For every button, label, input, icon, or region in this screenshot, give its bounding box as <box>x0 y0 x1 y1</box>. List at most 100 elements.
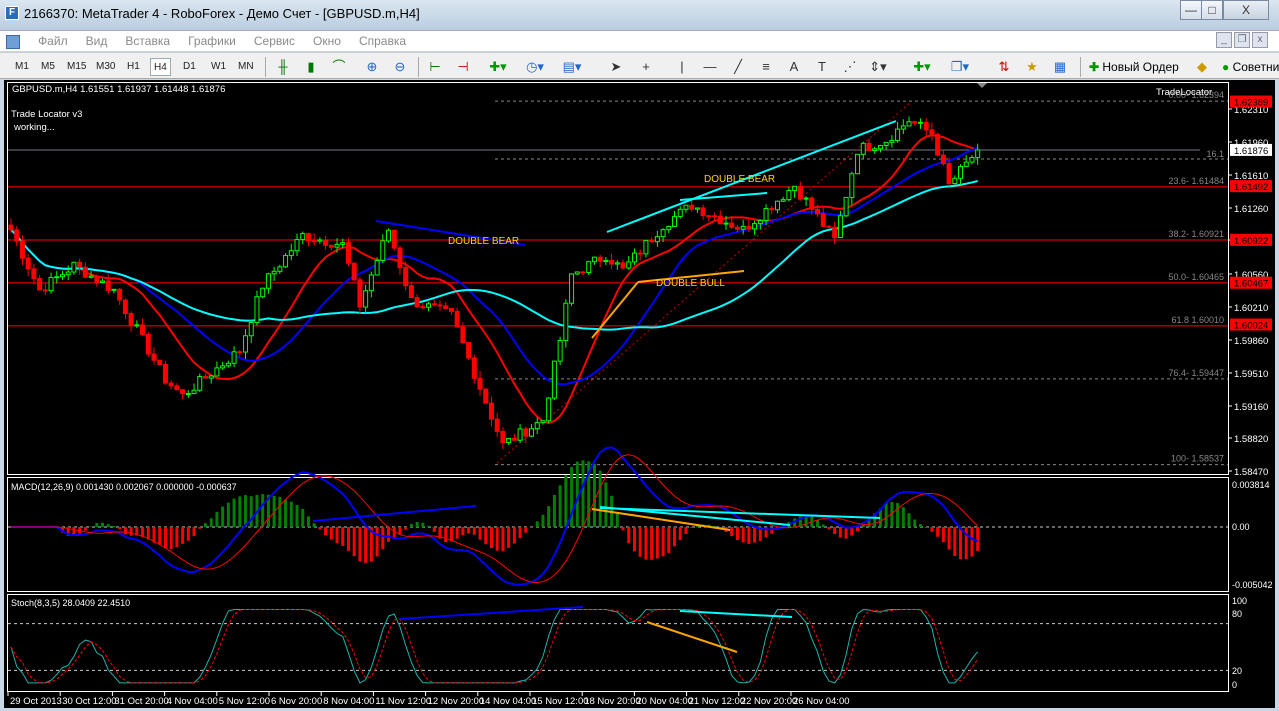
timeframe-h4[interactable]: H4 <box>150 58 171 76</box>
vertical-line-icon[interactable]: | <box>672 57 692 77</box>
fibonacci-icon[interactable]: ≡ <box>756 57 776 77</box>
timeframe-h1[interactable]: H1 <box>124 58 143 76</box>
horizontal-line-icon[interactable]: — <box>700 57 720 77</box>
fib-level-label: 23.6- 1.61484 <box>1168 176 1224 186</box>
maximize-button[interactable]: □ <box>1201 0 1223 20</box>
bull-candle <box>60 275 64 277</box>
macd-histogram-bar <box>444 527 447 542</box>
bull-candle <box>604 261 608 262</box>
zoom-in-icon[interactable]: ⊕ <box>362 57 382 77</box>
bear-candle <box>455 311 459 327</box>
profiles-icon[interactable]: ❐▾ <box>950 57 970 77</box>
price-label: 1.62389 <box>1234 98 1268 109</box>
bull-candle <box>758 221 762 224</box>
bull-candle <box>793 186 797 190</box>
warning-icon[interactable]: ◆ <box>1192 57 1212 77</box>
bull-candle <box>89 276 93 277</box>
indicator-name: Trade Locator v3 <box>11 109 82 120</box>
expert-advisors-button[interactable]: ● Советники <box>1222 57 1279 77</box>
macd-histogram-bar <box>667 527 670 553</box>
stoch-axis-0: 0 <box>1232 680 1237 690</box>
mdi-close-button[interactable]: x <box>1252 32 1268 48</box>
close-button[interactable]: X <box>1223 0 1269 20</box>
timeframe-m5[interactable]: M5 <box>38 58 58 76</box>
chart-shift-icon[interactable]: ⊢ <box>425 57 445 77</box>
macd-histogram-bar <box>181 527 184 544</box>
menu-insert[interactable]: Вставка <box>125 31 170 51</box>
mdi-minimize-button[interactable]: _ <box>1216 32 1232 48</box>
timeframe-w1[interactable]: W1 <box>208 58 229 76</box>
chart-window[interactable]: 0.00- 1.6239423.6- 1.6148438.2- 1.609215… <box>4 80 1275 708</box>
macd-histogram-bar <box>976 527 979 551</box>
timeframe-m1[interactable]: M1 <box>12 58 32 76</box>
bull-candle <box>318 240 322 241</box>
text-label-icon[interactable]: T <box>812 57 832 77</box>
bull-candle <box>901 126 905 129</box>
timeframe-d1[interactable]: D1 <box>180 58 199 76</box>
price-label: 1.60922 <box>1234 236 1268 247</box>
line-chart-icon[interactable]: ⌒ <box>329 57 349 77</box>
bear-candle <box>947 164 951 184</box>
market-watch-icon[interactable]: ⇅ <box>994 57 1014 77</box>
navigator-icon[interactable]: ★ <box>1022 57 1042 77</box>
trendline-icon[interactable]: ╱ <box>728 57 748 77</box>
macd-histogram-bar <box>238 496 241 527</box>
new-chart-icon[interactable]: ✚▾ <box>912 57 932 77</box>
bear-candle <box>713 216 717 217</box>
bull-candle <box>558 340 562 361</box>
candlestick-chart-icon[interactable]: ▮ <box>301 57 321 77</box>
templates-icon[interactable]: ▤▾ <box>562 57 582 77</box>
menu-help[interactable]: Справка <box>359 31 406 51</box>
time-label: 6 Nov 20:00 <box>271 696 322 707</box>
menu-window[interactable]: Окно <box>313 31 341 51</box>
bear-candle <box>421 307 425 308</box>
chart-canvas[interactable]: 0.00- 1.6239423.6- 1.6148438.2- 1.609215… <box>4 80 1275 708</box>
bull-candle <box>72 262 76 272</box>
macd-histogram-bar <box>930 527 933 532</box>
macd-histogram-bar <box>970 527 973 557</box>
chart-window-icon[interactable] <box>6 35 20 49</box>
arrows-icon[interactable]: ⇕▾ <box>868 57 888 77</box>
menu-charts[interactable]: Графики <box>188 31 236 51</box>
bar-chart-icon[interactable]: ╫ <box>273 57 293 77</box>
macd-histogram-bar <box>582 460 585 527</box>
crosshair-icon[interactable]: + <box>636 57 656 77</box>
zoom-out-icon[interactable]: ⊖ <box>390 57 410 77</box>
timeframe-m15[interactable]: M15 <box>64 58 89 76</box>
price-label: 1.60467 <box>1234 279 1268 290</box>
macd-histogram-bar <box>622 527 625 530</box>
macd-histogram-bar <box>742 527 745 542</box>
macd-histogram-bar <box>416 522 419 527</box>
bear-candle <box>175 386 179 390</box>
bear-candle <box>329 245 333 247</box>
macd-histogram-bar <box>913 519 916 527</box>
macd-histogram-bar <box>959 527 962 559</box>
macd-histogram-bar <box>307 516 310 527</box>
mdi-restore-button[interactable]: ❐ <box>1234 32 1250 48</box>
macd-histogram-bar <box>507 527 510 548</box>
menu-file[interactable]: Файл <box>38 31 68 51</box>
macd-histogram-bar <box>662 527 665 556</box>
stoch-axis-100: 100 <box>1232 596 1247 606</box>
bull-candle <box>890 140 894 142</box>
bull-candle <box>781 200 785 202</box>
macd-histogram-bar <box>101 523 104 527</box>
bear-candle <box>404 268 408 286</box>
timeframe-m30[interactable]: M30 <box>93 58 118 76</box>
bear-candle <box>312 241 316 242</box>
indicators-icon[interactable]: ✚▾ <box>488 57 508 77</box>
bull-candle <box>49 278 53 291</box>
new-order-button[interactable]: ✚ Новый Ордер <box>1089 57 1179 77</box>
autoscroll-icon[interactable]: ⊣ <box>453 57 473 77</box>
menu-tools[interactable]: Сервис <box>254 31 295 51</box>
periods-icon[interactable]: ◷▾ <box>525 57 545 77</box>
menu-view[interactable]: Вид <box>86 31 108 51</box>
timeframe-mn[interactable]: MN <box>235 58 257 76</box>
minimize-button[interactable]: — <box>1180 0 1202 20</box>
cursor-icon[interactable]: ➤ <box>606 57 626 77</box>
bear-candle <box>930 130 934 135</box>
fib-fan-icon[interactable]: ⋰ <box>840 57 860 77</box>
text-icon[interactable]: A <box>784 57 804 77</box>
terminal-icon[interactable]: ▦ <box>1050 57 1070 77</box>
fib-level-label: 100- 1.58537 <box>1171 454 1224 464</box>
